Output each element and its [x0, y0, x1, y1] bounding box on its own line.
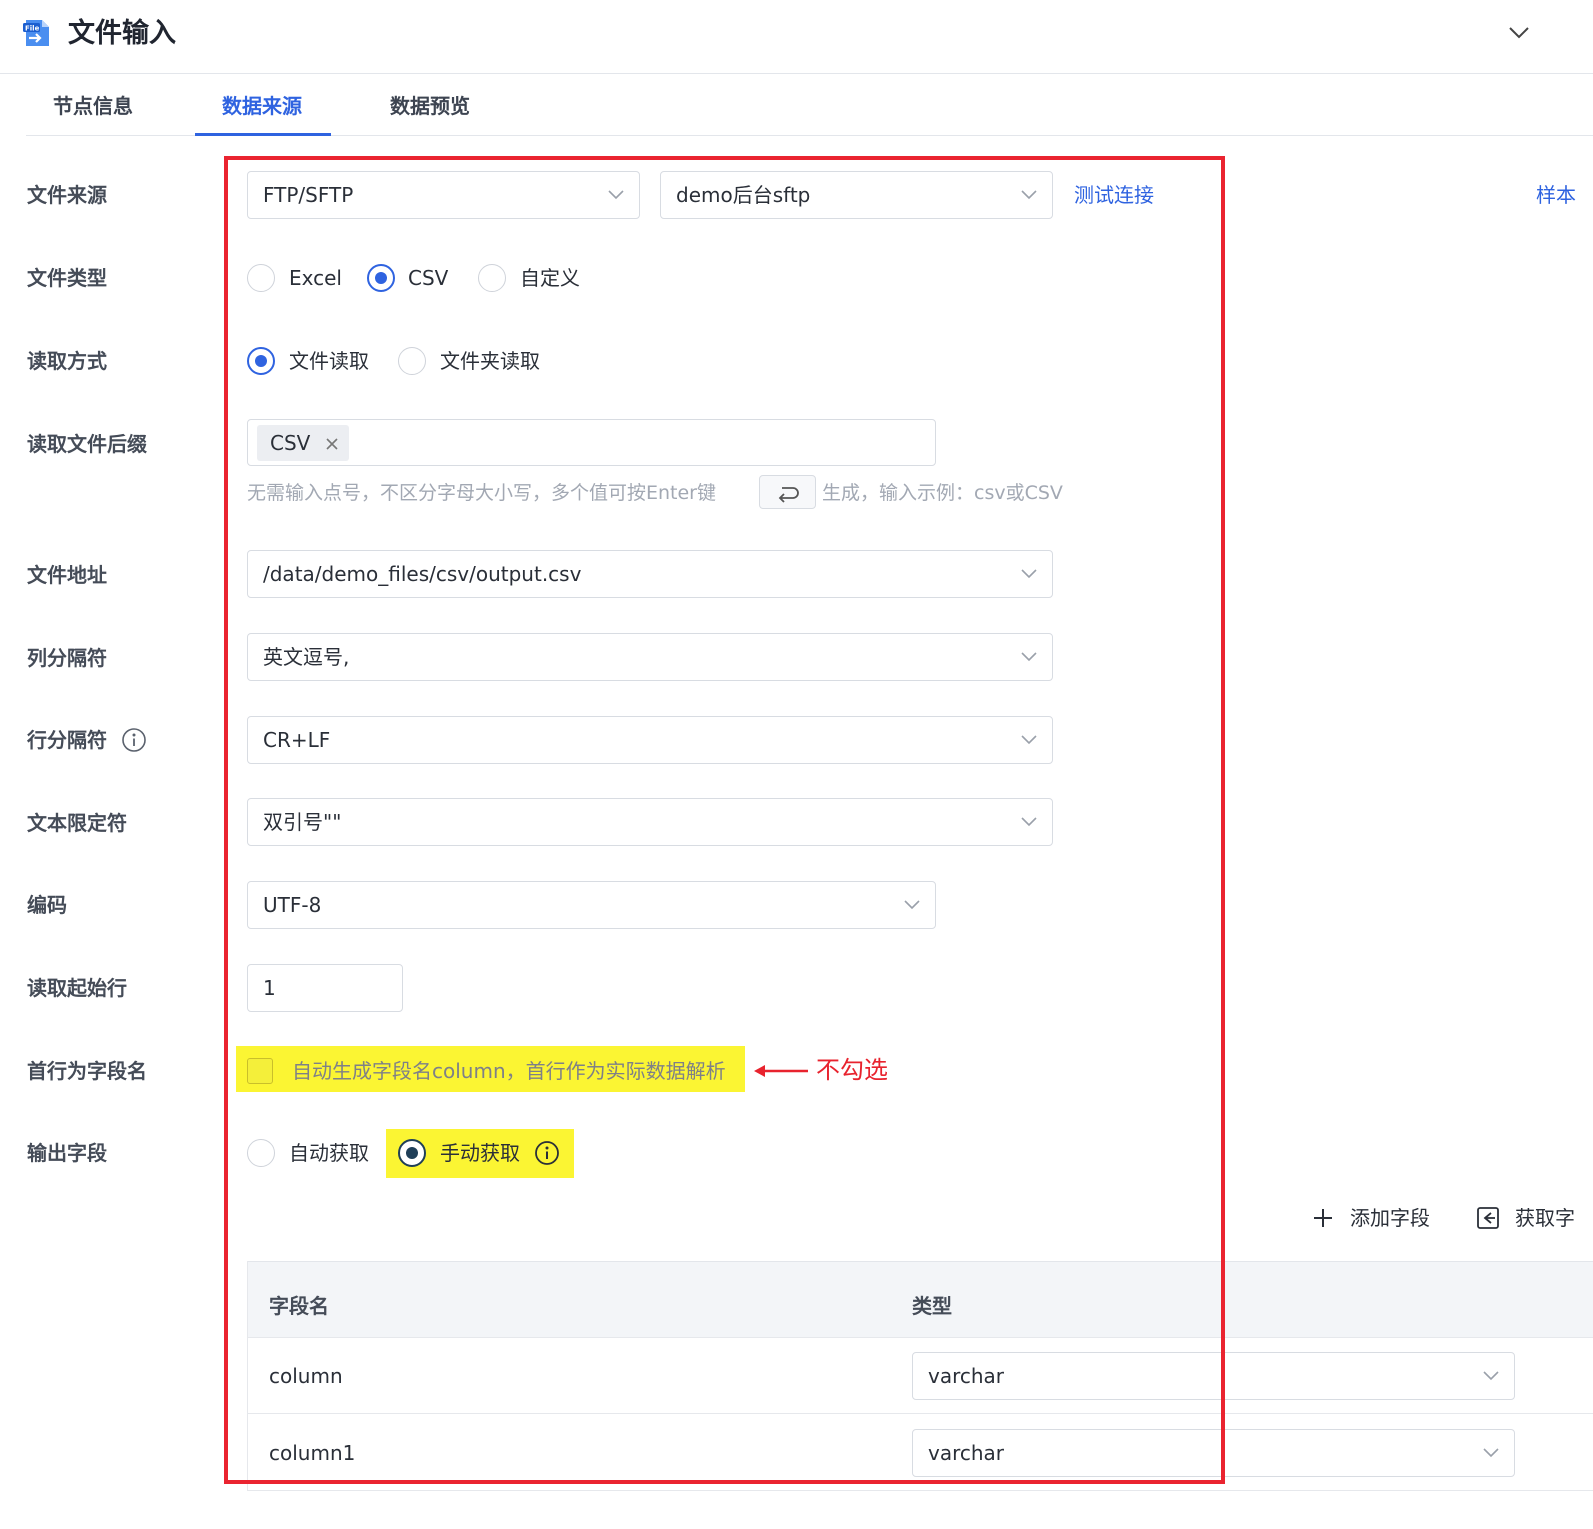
radio-auto-fetch-label[interactable]: 自动获取: [289, 1139, 369, 1167]
chevron-down-icon: [904, 900, 920, 910]
suffix-tag-text: CSV: [270, 431, 311, 455]
close-icon[interactable]: [325, 437, 339, 451]
header-row-label: 首行为字段名: [27, 1059, 147, 1083]
text-qualifier-select[interactable]: 双引号"": [247, 798, 1053, 846]
radio-file-read-label[interactable]: 文件读取: [289, 347, 369, 375]
table-row-type-value: varchar: [928, 1364, 1005, 1388]
suffix-tag-input[interactable]: [247, 419, 936, 466]
encoding-value: UTF-8: [263, 893, 322, 917]
tab-data-source[interactable]: 数据来源: [222, 92, 302, 120]
annotation-not-checked: 不勾选: [816, 1056, 888, 1084]
file-path-value: /data/demo_files/csv/output.csv: [263, 562, 582, 586]
add-field-button[interactable]: 添加字段: [1350, 1204, 1430, 1232]
chevron-down-icon: [608, 190, 624, 200]
suffix-hint-after: 生成，输入示例：csv或CSV: [822, 482, 1063, 504]
radio-manual-fetch[interactable]: [398, 1139, 426, 1167]
file-path-select[interactable]: /data/demo_files/csv/output.csv: [247, 550, 1053, 598]
col-sep-select[interactable]: 英文逗号,: [247, 633, 1053, 681]
suffix-tag: CSV: [257, 425, 349, 461]
chevron-down-icon: [1021, 652, 1037, 662]
text-qualifier-label: 文本限定符: [27, 811, 127, 835]
table-row-divider: [247, 1490, 1593, 1491]
column-header-type: 类型: [912, 1294, 952, 1318]
col-sep-value: 英文逗号,: [263, 645, 350, 669]
info-icon[interactable]: [121, 727, 147, 753]
arrow-left-icon: [754, 1065, 808, 1077]
encoding-label: 编码: [27, 893, 67, 917]
start-row-value: 1: [263, 976, 276, 1000]
test-connection-link[interactable]: 测试连接: [1074, 181, 1154, 209]
output-fields-label: 输出字段: [27, 1141, 107, 1165]
start-row-label: 读取起始行: [27, 976, 127, 1000]
chevron-down-icon: [1021, 190, 1037, 200]
file-path-label: 文件地址: [27, 563, 107, 587]
file-source-label: 文件来源: [27, 183, 107, 207]
row-sep-select[interactable]: CR+LF: [247, 716, 1053, 764]
table-row-type-value: varchar: [928, 1441, 1005, 1465]
radio-manual-fetch-label[interactable]: 手动获取: [440, 1139, 520, 1167]
chevron-down-icon: [1021, 817, 1037, 827]
radio-auto-fetch[interactable]: [247, 1139, 275, 1167]
tab-data-preview[interactable]: 数据预览: [390, 92, 470, 120]
read-mode-label: 读取方式: [27, 349, 107, 373]
enter-key-icon: [778, 487, 799, 503]
suffix-hint-before: 无需输入点号，不区分字母大小写，多个值可按Enter键: [247, 482, 716, 504]
file-input-icon: File: [23, 20, 49, 46]
radio-excel[interactable]: [247, 264, 275, 292]
col-sep-label: 列分隔符: [27, 646, 107, 670]
chevron-down-icon[interactable]: [1506, 22, 1532, 44]
radio-custom[interactable]: [478, 264, 506, 292]
column-header-field-name: 字段名: [269, 1294, 329, 1318]
encoding-select[interactable]: UTF-8: [247, 881, 936, 929]
fetch-field-icon[interactable]: [1476, 1206, 1500, 1230]
table-row-field-name: column: [269, 1364, 343, 1388]
row-sep-value: CR+LF: [263, 728, 331, 752]
table-row-field-name: column1: [269, 1441, 356, 1465]
sample-link[interactable]: 样本: [1536, 181, 1576, 209]
chevron-down-icon: [1483, 1371, 1499, 1381]
row-sep-label: 行分隔符: [27, 728, 107, 752]
table-row-divider: [247, 1413, 1593, 1414]
enter-key-badge: [759, 475, 816, 509]
file-icon-text: File: [25, 25, 40, 33]
start-row-input[interactable]: 1: [247, 964, 403, 1012]
suffix-label: 读取文件后缀: [27, 432, 147, 456]
protocol-value: FTP/SFTP: [263, 183, 354, 207]
radio-folder-read[interactable]: [398, 347, 426, 375]
fetch-field-button[interactable]: 获取字: [1515, 1204, 1575, 1232]
info-icon[interactable]: [534, 1140, 560, 1166]
table-row-type-select[interactable]: varchar: [912, 1429, 1515, 1477]
table-row-divider: [247, 1337, 1593, 1338]
chevron-down-icon: [1021, 569, 1037, 579]
text-qualifier-value: 双引号"": [263, 810, 342, 834]
protocol-select[interactable]: FTP/SFTP: [247, 171, 640, 219]
plus-icon[interactable]: [1312, 1207, 1334, 1229]
radio-excel-label[interactable]: Excel: [289, 264, 342, 292]
table-left-border: [247, 1261, 248, 1491]
server-value: demo后台sftp: [676, 183, 811, 207]
tab-node-info[interactable]: 节点信息: [53, 92, 133, 120]
chevron-down-icon: [1021, 735, 1037, 745]
server-select[interactable]: demo后台sftp: [660, 171, 1053, 219]
radio-csv[interactable]: [367, 264, 395, 292]
page-title: 文件输入: [68, 18, 176, 49]
header-row-checkbox[interactable]: [247, 1058, 273, 1084]
table-row-type-select[interactable]: varchar: [912, 1352, 1515, 1400]
active-tab-indicator: [195, 133, 331, 136]
radio-custom-label[interactable]: 自定义: [520, 264, 580, 292]
radio-csv-label[interactable]: CSV: [408, 264, 448, 292]
header-row-checkbox-label[interactable]: 自动生成字段名column，首行作为实际数据解析: [292, 1057, 726, 1085]
radio-folder-read-label[interactable]: 文件夹读取: [440, 347, 540, 375]
radio-file-read[interactable]: [247, 347, 275, 375]
header-divider: [0, 73, 1593, 74]
chevron-down-icon: [1483, 1448, 1499, 1458]
file-type-label: 文件类型: [27, 266, 107, 290]
